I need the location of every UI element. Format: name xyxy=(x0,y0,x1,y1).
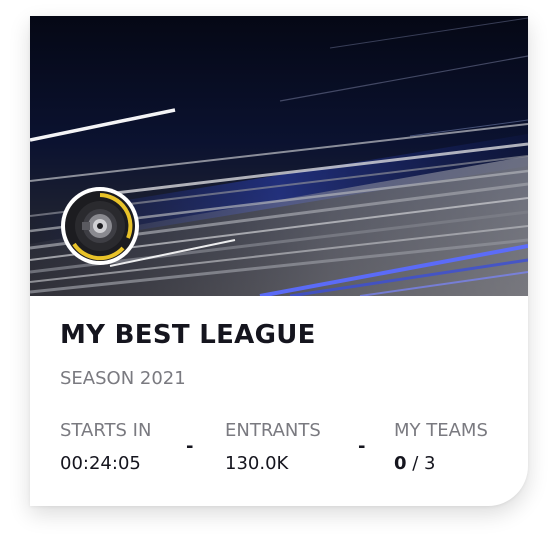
my-teams-total: / 3 xyxy=(406,453,436,474)
league-season: SEASON 2021 xyxy=(60,368,186,389)
wheel-icon xyxy=(60,186,140,266)
stat-entrants: ENTRANTS 130.0K xyxy=(225,420,321,474)
stat-my-teams: MY TEAMS 0 / 3 xyxy=(394,420,488,474)
league-title: MY BEST LEAGUE xyxy=(60,320,316,350)
entrants-value: 130.0K xyxy=(225,453,289,474)
starts-in-label: STARTS IN xyxy=(60,420,152,441)
starts-in-value: 00:24:05 xyxy=(60,453,141,474)
entrants-label: ENTRANTS xyxy=(225,420,321,441)
league-card[interactable]: MY BEST LEAGUE SEASON 2021 STARTS IN 00:… xyxy=(30,16,528,506)
league-details: MY BEST LEAGUE SEASON 2021 STARTS IN 00:… xyxy=(30,296,528,506)
my-teams-label: MY TEAMS xyxy=(394,420,488,441)
my-teams-current: 0 xyxy=(394,453,407,474)
stat-starts-in: STARTS IN 00:24:05 xyxy=(60,420,151,474)
my-teams-value: 0 / 3 xyxy=(394,453,488,474)
stat-separator: - xyxy=(186,436,194,457)
stat-separator: - xyxy=(358,436,366,457)
